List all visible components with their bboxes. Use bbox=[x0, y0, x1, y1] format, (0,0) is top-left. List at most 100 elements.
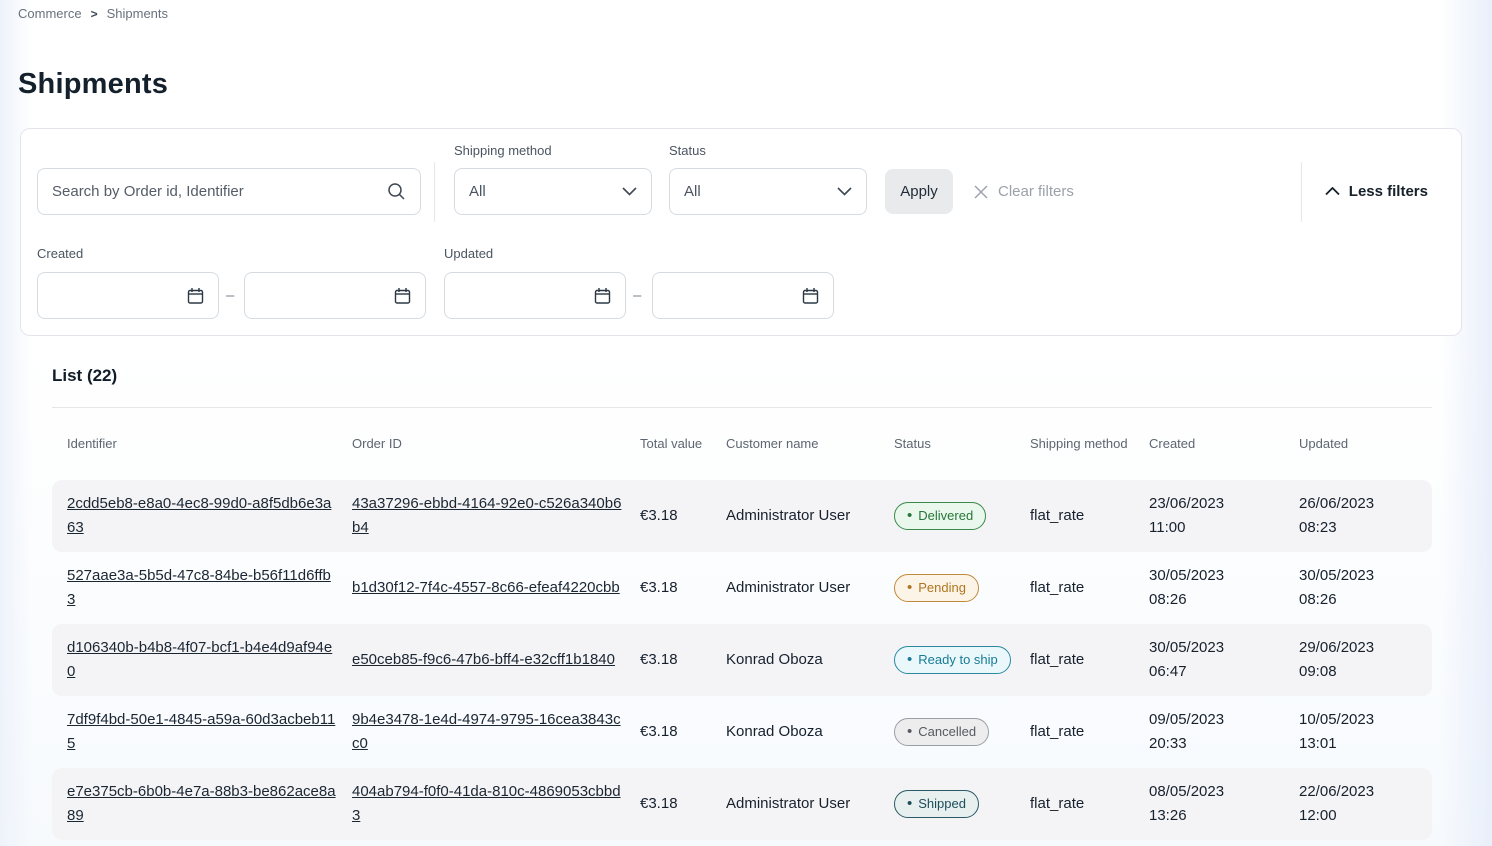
order-id-link[interactable]: 9b4e3478-1e4d-4974-9795-16cea3843cc0 bbox=[352, 711, 621, 752]
updated-cell: 30/05/202308:26 bbox=[1284, 564, 1432, 612]
created-to-input[interactable] bbox=[259, 287, 394, 304]
updated-to-input[interactable] bbox=[667, 287, 802, 304]
status-badge: • Pending bbox=[894, 574, 979, 602]
updated-cell: 29/06/202309:08 bbox=[1284, 636, 1432, 684]
filters-panel: Shipping method All Status All Apply bbox=[20, 128, 1462, 336]
status-dot: • bbox=[907, 727, 912, 737]
customer-name-cell: Konrad Oboza bbox=[711, 720, 879, 744]
chevron-down-icon bbox=[622, 187, 637, 196]
calendar-icon[interactable] bbox=[394, 287, 411, 305]
customer-name-cell: Administrator User bbox=[711, 792, 879, 816]
created-cell: 23/06/202311:00 bbox=[1134, 492, 1284, 540]
status-badge: • Cancelled bbox=[894, 718, 989, 746]
total-value-cell: €3.18 bbox=[625, 792, 711, 816]
shipping-method-value: All bbox=[469, 183, 486, 200]
shipping-method-cell: flat_rate bbox=[1015, 648, 1134, 672]
total-value-cell: €3.18 bbox=[625, 648, 711, 672]
close-icon bbox=[973, 184, 989, 200]
identifier-link[interactable]: 7df9f4bd-50e1-4845-a59a-60d3acbeb115 bbox=[67, 711, 335, 752]
filter-divider-2 bbox=[1301, 162, 1302, 222]
chevron-down-icon bbox=[837, 187, 852, 196]
status-text: Shipped bbox=[918, 797, 966, 810]
created-filter-label: Created bbox=[37, 246, 83, 261]
less-filters-label: Less filters bbox=[1349, 183, 1428, 200]
total-value-cell: €3.18 bbox=[625, 504, 711, 528]
created-to-box bbox=[244, 272, 426, 319]
chevron-up-icon bbox=[1325, 187, 1340, 196]
search-input[interactable] bbox=[52, 183, 387, 200]
order-id-link[interactable]: 404ab794-f0f0-41da-810c-4869053cbbd3 bbox=[352, 783, 621, 824]
status-badge: • Ready to ship bbox=[894, 646, 1011, 674]
shipping-method-label: Shipping method bbox=[454, 143, 552, 158]
order-id-link[interactable]: 43a37296-ebbd-4164-92e0-c526a340b6b4 bbox=[352, 495, 621, 536]
order-id-link[interactable]: e50ceb85-f9c6-47b6-bff4-e32cff1b1840 bbox=[352, 651, 615, 668]
table-header-row: Identifier Order ID Total value Customer… bbox=[52, 407, 1432, 480]
table-row: 2cdd5eb8-e8a0-4ec8-99d0-a8f5db6e3a63 43a… bbox=[52, 480, 1432, 552]
search-box bbox=[37, 168, 421, 215]
column-header-order-id: Order ID bbox=[337, 435, 625, 453]
identifier-link[interactable]: 2cdd5eb8-e8a0-4ec8-99d0-a8f5db6e3a63 bbox=[67, 495, 331, 536]
status-text: Ready to ship bbox=[918, 653, 998, 666]
status-badge: • Delivered bbox=[894, 502, 986, 530]
calendar-icon[interactable] bbox=[594, 287, 611, 305]
updated-cell: 22/06/202312:00 bbox=[1284, 780, 1432, 828]
clear-filters-button[interactable]: Clear filters bbox=[973, 169, 1074, 214]
apply-button[interactable]: Apply bbox=[885, 169, 953, 214]
updated-from-input[interactable] bbox=[459, 287, 594, 304]
status-dot: • bbox=[907, 583, 912, 593]
created-cell: 30/05/202308:26 bbox=[1134, 564, 1284, 612]
search-icon[interactable] bbox=[387, 182, 406, 201]
column-header-total-value: Total value bbox=[625, 435, 711, 453]
status-text: Cancelled bbox=[918, 725, 976, 738]
column-header-identifier: Identifier bbox=[52, 435, 337, 453]
status-dot: • bbox=[907, 511, 912, 521]
column-header-customer-name: Customer name bbox=[711, 435, 879, 453]
identifier-link[interactable]: 527aae3a-5b5d-47c8-84be-b56f11d6ffb3 bbox=[67, 567, 331, 608]
created-cell: 09/05/202320:33 bbox=[1134, 708, 1284, 756]
created-from-input[interactable] bbox=[52, 287, 187, 304]
updated-cell: 10/05/202313:01 bbox=[1284, 708, 1432, 756]
table-row: d106340b-b4b8-4f07-bcf1-b4e4d9af94e0 e50… bbox=[52, 624, 1432, 696]
updated-cell: 26/06/202308:23 bbox=[1284, 492, 1432, 540]
identifier-link[interactable]: d106340b-b4b8-4f07-bcf1-b4e4d9af94e0 bbox=[67, 639, 332, 680]
status-value: All bbox=[684, 183, 701, 200]
created-from-box bbox=[37, 272, 219, 319]
updated-to-box bbox=[652, 272, 834, 319]
created-range-separator: – bbox=[226, 287, 234, 304]
calendar-icon[interactable] bbox=[187, 287, 204, 305]
column-header-status: Status bbox=[879, 435, 1015, 453]
customer-name-cell: Administrator User bbox=[711, 576, 879, 600]
shipping-method-cell: flat_rate bbox=[1015, 720, 1134, 744]
breadcrumb-shipments[interactable]: Shipments bbox=[107, 6, 168, 21]
created-cell: 08/05/202313:26 bbox=[1134, 780, 1284, 828]
breadcrumb-commerce[interactable]: Commerce bbox=[18, 6, 82, 21]
shipping-method-cell: flat_rate bbox=[1015, 576, 1134, 600]
status-text: Pending bbox=[918, 581, 966, 594]
customer-name-cell: Administrator User bbox=[711, 504, 879, 528]
identifier-link[interactable]: e7e375cb-6b0b-4e7a-88b3-be862ace8a89 bbox=[67, 783, 336, 824]
created-cell: 30/05/202306:47 bbox=[1134, 636, 1284, 684]
less-filters-toggle[interactable]: Less filters bbox=[1325, 169, 1428, 214]
page-title: Shipments bbox=[18, 68, 168, 101]
status-label: Status bbox=[669, 143, 706, 158]
status-dot: • bbox=[907, 799, 912, 809]
shipments-page: Commerce > Shipments Shipments Shipping … bbox=[0, 0, 1492, 846]
updated-filter-label: Updated bbox=[444, 246, 493, 261]
shipments-table: Identifier Order ID Total value Customer… bbox=[52, 407, 1432, 840]
column-header-created: Created bbox=[1134, 435, 1284, 453]
shipping-method-cell: flat_rate bbox=[1015, 504, 1134, 528]
status-select[interactable]: All bbox=[669, 168, 867, 215]
calendar-icon[interactable] bbox=[802, 287, 819, 305]
status-dot: • bbox=[907, 655, 912, 665]
clear-filters-label: Clear filters bbox=[998, 183, 1074, 200]
table-row: e7e375cb-6b0b-4e7a-88b3-be862ace8a89 404… bbox=[52, 768, 1432, 840]
shipping-method-cell: flat_rate bbox=[1015, 792, 1134, 816]
table-row: 527aae3a-5b5d-47c8-84be-b56f11d6ffb3 b1d… bbox=[52, 552, 1432, 624]
total-value-cell: €3.18 bbox=[625, 576, 711, 600]
status-text: Delivered bbox=[918, 509, 973, 522]
shipping-method-select[interactable]: All bbox=[454, 168, 652, 215]
total-value-cell: €3.18 bbox=[625, 720, 711, 744]
order-id-link[interactable]: b1d30f12-7f4c-4557-8c66-efeaf4220cbb bbox=[352, 579, 620, 596]
column-header-updated: Updated bbox=[1284, 435, 1432, 453]
column-header-shipping-method: Shipping method bbox=[1015, 435, 1134, 453]
